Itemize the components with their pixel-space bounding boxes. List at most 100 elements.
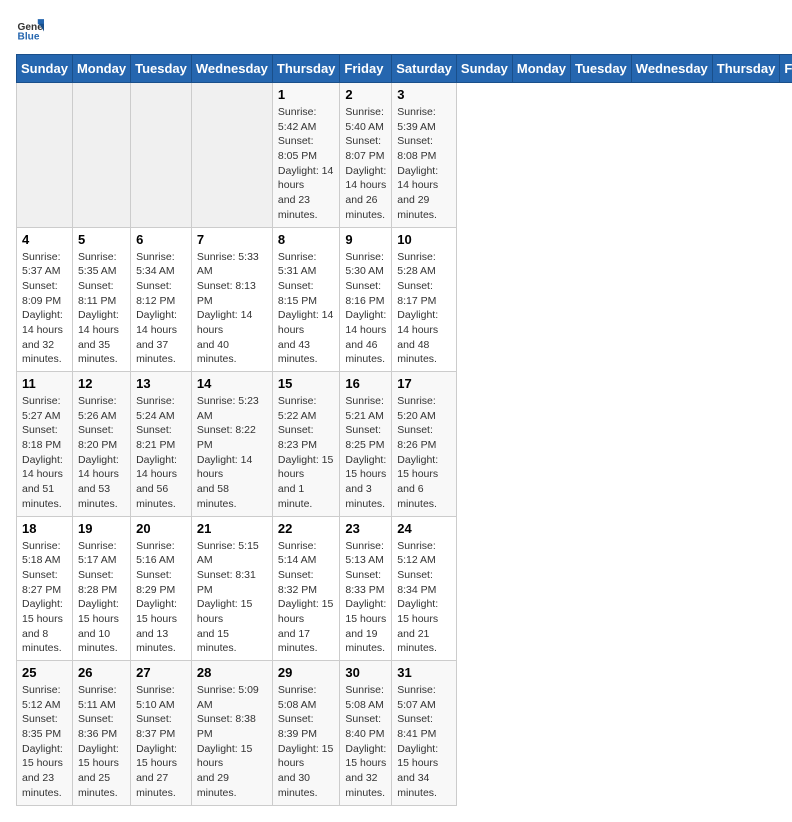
day-info: Sunrise: 5:17 AM Sunset: 8:28 PM Dayligh… bbox=[78, 539, 125, 657]
day-number: 28 bbox=[197, 665, 267, 680]
calendar-cell: 8Sunrise: 5:31 AM Sunset: 8:15 PM Daylig… bbox=[272, 227, 340, 372]
day-number: 30 bbox=[345, 665, 386, 680]
header-monday: Monday bbox=[72, 55, 130, 83]
calendar-cell: 28Sunrise: 5:09 AM Sunset: 8:38 PM Dayli… bbox=[191, 661, 272, 806]
day-info: Sunrise: 5:11 AM Sunset: 8:36 PM Dayligh… bbox=[78, 683, 125, 801]
calendar-cell: 6 Sunrise: 5:34 AM Sunset: 8:12 PM Daylig… bbox=[131, 227, 192, 372]
day-number: 3 bbox=[397, 87, 451, 102]
calendar-cell: 17Sunrise: 5:20 AM Sunset: 8:26 PM Dayli… bbox=[392, 372, 457, 517]
calendar-week-row: 4 Sunrise: 5:37 AM Sunset: 8:09 PM Daylig… bbox=[17, 227, 792, 372]
day-info: Sunrise: 5:20 AM Sunset: 8:26 PM Dayligh… bbox=[397, 394, 451, 512]
day-info: Sunrise: 5:40 AM Sunset: 8:07 PM Dayligh… bbox=[345, 105, 386, 223]
calendar-cell: 22Sunrise: 5:14 AM Sunset: 8:32 PM Dayli… bbox=[272, 516, 340, 661]
calendar-cell: 24 Sunrise: 5:12 AM Sunset: 8:34 PM Dayli… bbox=[392, 516, 457, 661]
day-info: Sunrise: 5:15 AM Sunset: 8:31 PM Dayligh… bbox=[197, 539, 267, 657]
header-sunday: Sunday bbox=[456, 55, 512, 83]
calendar-cell: 27 Sunrise: 5:10 AM Sunset: 8:37 PM Dayli… bbox=[131, 661, 192, 806]
day-info: Sunrise: 5:08 AM Sunset: 8:40 PM Dayligh… bbox=[345, 683, 386, 801]
calendar-cell: 29Sunrise: 5:08 AM Sunset: 8:39 PM Dayli… bbox=[272, 661, 340, 806]
day-info: Sunrise: 5:12 AM Sunset: 8:35 PM Dayligh… bbox=[22, 683, 67, 801]
day-number: 19 bbox=[78, 521, 125, 536]
day-info: Sunrise: 5:27 AM Sunset: 8:18 PM Dayligh… bbox=[22, 394, 67, 512]
day-info: Sunrise: 5:16 AM Sunset: 8:29 PM Dayligh… bbox=[136, 539, 186, 657]
day-info: Sunrise: 5:07 AM Sunset: 8:41 PM Dayligh… bbox=[397, 683, 451, 801]
day-number: 16 bbox=[345, 376, 386, 391]
day-number: 7 bbox=[197, 232, 267, 247]
calendar-cell: 30 Sunrise: 5:08 AM Sunset: 8:40 PM Dayli… bbox=[340, 661, 392, 806]
day-info: Sunrise: 5:39 AM Sunset: 8:08 PM Dayligh… bbox=[397, 105, 451, 223]
day-info: Sunrise: 5:35 AM Sunset: 8:11 PM Dayligh… bbox=[78, 250, 125, 368]
calendar-week-row: 1 Sunrise: 5:42 AM Sunset: 8:05 PM Daylig… bbox=[17, 83, 792, 228]
calendar-cell: 23 Sunrise: 5:13 AM Sunset: 8:33 PM Dayli… bbox=[340, 516, 392, 661]
calendar-cell: 16 Sunrise: 5:21 AM Sunset: 8:25 PM Dayli… bbox=[340, 372, 392, 517]
day-number: 4 bbox=[22, 232, 67, 247]
day-number: 2 bbox=[345, 87, 386, 102]
calendar-cell bbox=[191, 83, 272, 228]
calendar-cell: 7 Sunrise: 5:33 AM Sunset: 8:13 PM Daylig… bbox=[191, 227, 272, 372]
day-info: Sunrise: 5:37 AM Sunset: 8:09 PM Dayligh… bbox=[22, 250, 67, 368]
day-number: 18 bbox=[22, 521, 67, 536]
header-saturday: Saturday bbox=[392, 55, 457, 83]
day-info: Sunrise: 5:26 AM Sunset: 8:20 PM Dayligh… bbox=[78, 394, 125, 512]
day-info: Sunrise: 5:18 AM Sunset: 8:27 PM Dayligh… bbox=[22, 539, 67, 657]
header-wednesday: Wednesday bbox=[631, 55, 712, 83]
calendar-cell: 13 Sunrise: 5:24 AM Sunset: 8:21 PM Dayli… bbox=[131, 372, 192, 517]
calendar-cell: 26 Sunrise: 5:11 AM Sunset: 8:36 PM Dayli… bbox=[72, 661, 130, 806]
header-friday: Friday bbox=[780, 55, 792, 83]
day-number: 5 bbox=[78, 232, 125, 247]
calendar-header-row: SundayMondayTuesdayWednesdayThursdayFrid… bbox=[17, 55, 792, 83]
day-info: Sunrise: 5:10 AM Sunset: 8:37 PM Dayligh… bbox=[136, 683, 186, 801]
day-info: Sunrise: 5:30 AM Sunset: 8:16 PM Dayligh… bbox=[345, 250, 386, 368]
calendar-cell bbox=[72, 83, 130, 228]
day-number: 24 bbox=[397, 521, 451, 536]
day-number: 21 bbox=[197, 521, 267, 536]
day-number: 10 bbox=[397, 232, 451, 247]
calendar-cell bbox=[17, 83, 73, 228]
header-tuesday: Tuesday bbox=[131, 55, 192, 83]
day-info: Sunrise: 5:13 AM Sunset: 8:33 PM Dayligh… bbox=[345, 539, 386, 657]
header-monday: Monday bbox=[512, 55, 570, 83]
day-number: 9 bbox=[345, 232, 386, 247]
logo: General Blue bbox=[16, 16, 48, 44]
calendar-cell: 9 Sunrise: 5:30 AM Sunset: 8:16 PM Daylig… bbox=[340, 227, 392, 372]
calendar-cell: 21 Sunrise: 5:15 AM Sunset: 8:31 PM Dayli… bbox=[191, 516, 272, 661]
day-number: 31 bbox=[397, 665, 451, 680]
day-info: Sunrise: 5:22 AM Sunset: 8:23 PM Dayligh… bbox=[278, 394, 335, 512]
calendar-cell: 4 Sunrise: 5:37 AM Sunset: 8:09 PM Daylig… bbox=[17, 227, 73, 372]
day-number: 27 bbox=[136, 665, 186, 680]
calendar-cell: 11 Sunrise: 5:27 AM Sunset: 8:18 PM Dayli… bbox=[17, 372, 73, 517]
logo-icon: General Blue bbox=[16, 16, 44, 44]
day-info: Sunrise: 5:28 AM Sunset: 8:17 PM Dayligh… bbox=[397, 250, 451, 368]
day-number: 6 bbox=[136, 232, 186, 247]
calendar-cell: 18 Sunrise: 5:18 AM Sunset: 8:27 PM Dayli… bbox=[17, 516, 73, 661]
day-number: 13 bbox=[136, 376, 186, 391]
day-info: Sunrise: 5:23 AM Sunset: 8:22 PM Dayligh… bbox=[197, 394, 267, 512]
calendar-cell: 14 Sunrise: 5:23 AM Sunset: 8:22 PM Dayli… bbox=[191, 372, 272, 517]
day-number: 12 bbox=[78, 376, 125, 391]
day-info: Sunrise: 5:33 AM Sunset: 8:13 PM Dayligh… bbox=[197, 250, 267, 368]
calendar-cell: 3 Sunrise: 5:39 AM Sunset: 8:08 PM Daylig… bbox=[392, 83, 457, 228]
day-info: Sunrise: 5:24 AM Sunset: 8:21 PM Dayligh… bbox=[136, 394, 186, 512]
svg-text:Blue: Blue bbox=[18, 31, 40, 42]
calendar-week-row: 18 Sunrise: 5:18 AM Sunset: 8:27 PM Dayli… bbox=[17, 516, 792, 661]
day-number: 14 bbox=[197, 376, 267, 391]
day-number: 25 bbox=[22, 665, 67, 680]
day-number: 1 bbox=[278, 87, 335, 102]
day-number: 26 bbox=[78, 665, 125, 680]
day-info: Sunrise: 5:34 AM Sunset: 8:12 PM Dayligh… bbox=[136, 250, 186, 368]
calendar-cell: 2 Sunrise: 5:40 AM Sunset: 8:07 PM Daylig… bbox=[340, 83, 392, 228]
calendar-cell: 10 Sunrise: 5:28 AM Sunset: 8:17 PM Dayli… bbox=[392, 227, 457, 372]
header-friday: Friday bbox=[340, 55, 392, 83]
day-number: 23 bbox=[345, 521, 386, 536]
day-info: Sunrise: 5:42 AM Sunset: 8:05 PM Dayligh… bbox=[278, 105, 335, 223]
calendar-cell bbox=[131, 83, 192, 228]
day-number: 22 bbox=[278, 521, 335, 536]
day-info: Sunrise: 5:08 AM Sunset: 8:39 PM Dayligh… bbox=[278, 683, 335, 801]
day-info: Sunrise: 5:21 AM Sunset: 8:25 PM Dayligh… bbox=[345, 394, 386, 512]
calendar-cell: 12 Sunrise: 5:26 AM Sunset: 8:20 PM Dayli… bbox=[72, 372, 130, 517]
day-number: 11 bbox=[22, 376, 67, 391]
header-sunday: Sunday bbox=[17, 55, 73, 83]
day-info: Sunrise: 5:12 AM Sunset: 8:34 PM Dayligh… bbox=[397, 539, 451, 657]
calendar-cell: 25 Sunrise: 5:12 AM Sunset: 8:35 PM Dayli… bbox=[17, 661, 73, 806]
calendar-cell: 31 Sunrise: 5:07 AM Sunset: 8:41 PM Dayli… bbox=[392, 661, 457, 806]
